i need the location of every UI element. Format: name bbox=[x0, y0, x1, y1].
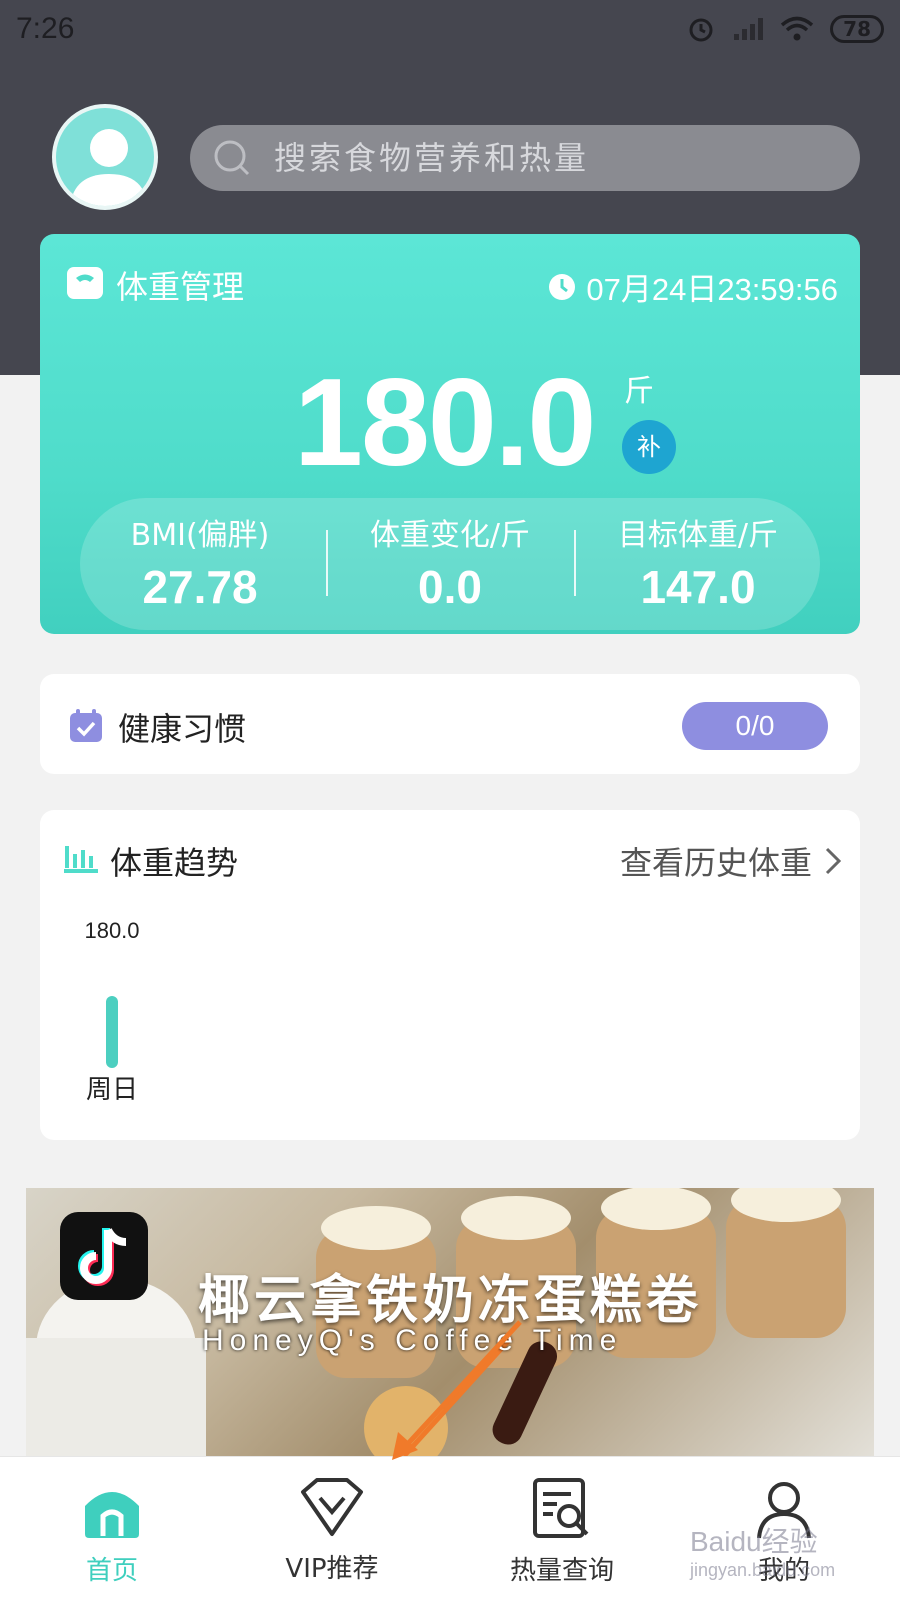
weight-card-datetime: 07月24日23:59:56 bbox=[548, 264, 838, 309]
calorie-search-icon bbox=[533, 1478, 589, 1538]
home-icon bbox=[85, 1492, 139, 1538]
current-weight-value: 180.0 bbox=[294, 354, 596, 492]
scale-icon bbox=[67, 267, 103, 299]
target-weight-stat[interactable]: 目标体重/斤 147.0 bbox=[578, 510, 818, 614]
health-habits-title: 健康习惯 bbox=[118, 710, 247, 748]
battery-indicator: 78 bbox=[830, 15, 884, 43]
bmi-stat: BMI(偏胖) 27.78 bbox=[80, 510, 320, 614]
view-history-link[interactable]: 查看历史体重 bbox=[620, 838, 842, 884]
tab-label: 首页 bbox=[85, 1556, 138, 1586]
calendar-check-icon bbox=[70, 709, 102, 742]
stat-divider bbox=[574, 530, 576, 596]
tab-calorie-search[interactable]: 热量查询 bbox=[462, 1478, 662, 1587]
tiktok-icon bbox=[78, 1228, 127, 1286]
habit-progress-badge[interactable]: 0/0 bbox=[682, 702, 828, 750]
wifi-icon bbox=[781, 16, 814, 41]
tab-label: 热量查询 bbox=[509, 1556, 614, 1586]
bar-chart-icon bbox=[64, 846, 98, 873]
stat-value: 147.0 bbox=[640, 561, 756, 613]
view-history-label: 查看历史体重 bbox=[619, 844, 812, 882]
annotation-arrow bbox=[392, 1320, 522, 1460]
watermark-brand: Baidu经验 bbox=[690, 1526, 818, 1557]
chart-category-label: 周日 bbox=[86, 1075, 138, 1105]
weight-unit: 斤 bbox=[624, 374, 654, 409]
weight-trend-title: 体重趋势 bbox=[110, 844, 239, 882]
search-icon bbox=[214, 140, 250, 176]
tab-vip[interactable]: VIP推荐 bbox=[232, 1478, 432, 1585]
weight-change-stat: 体重变化/斤 0.0 bbox=[330, 510, 570, 614]
stat-value: 0.0 bbox=[418, 561, 482, 613]
chart-bar bbox=[106, 996, 118, 1068]
supplement-record-button[interactable]: 补 bbox=[622, 420, 676, 474]
signal-icon bbox=[734, 18, 764, 40]
datetime-text: 07月24日23:59:56 bbox=[586, 272, 838, 307]
watermark-domain: jingyan.baidu.com bbox=[690, 1560, 836, 1580]
status-time: 7:26 bbox=[16, 12, 75, 45]
status-bar: 7:26 78 bbox=[0, 0, 900, 60]
tiktok-logo bbox=[60, 1212, 148, 1300]
stat-label: 目标体重/斤 bbox=[617, 518, 779, 553]
tab-label: VIP推荐 bbox=[285, 1554, 379, 1584]
status-icons: 78 bbox=[686, 14, 884, 44]
stat-label: 体重变化/斤 bbox=[369, 518, 531, 553]
search-input[interactable] bbox=[274, 139, 834, 177]
stat-label: BMI(偏胖) bbox=[130, 518, 270, 553]
weight-trend-chart: 180.0 周日 bbox=[84, 920, 139, 1105]
avatar[interactable] bbox=[52, 104, 158, 210]
chart-data-label: 180.0 bbox=[84, 920, 139, 943]
weight-card-title: 体重管理 bbox=[116, 268, 245, 306]
clock-icon bbox=[549, 273, 576, 300]
vip-icon bbox=[301, 1478, 363, 1536]
stat-divider bbox=[326, 530, 328, 596]
stat-value: 27.78 bbox=[142, 561, 258, 613]
tab-home[interactable]: 首页 bbox=[12, 1478, 212, 1587]
alarm-icon bbox=[689, 18, 713, 42]
chevron-right-icon bbox=[825, 847, 842, 875]
search-bar[interactable] bbox=[190, 125, 860, 191]
